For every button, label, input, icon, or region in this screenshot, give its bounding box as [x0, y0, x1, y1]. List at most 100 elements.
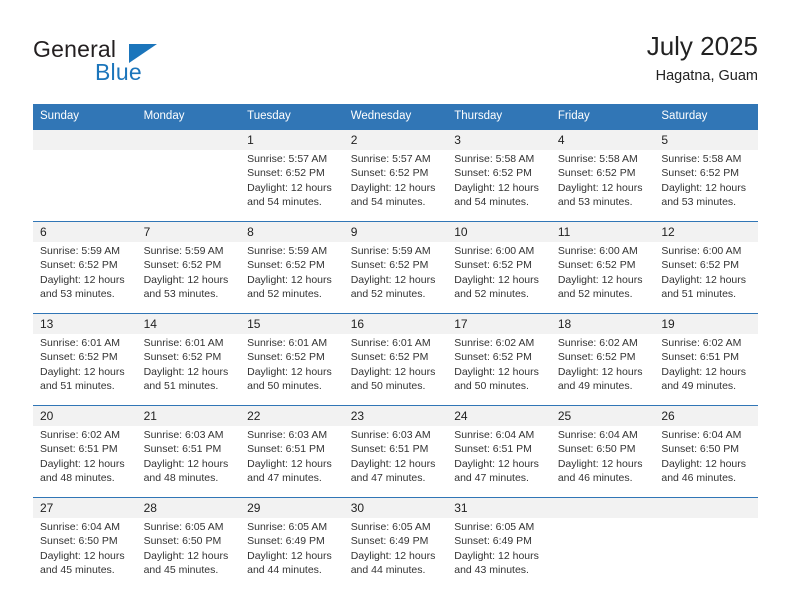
day-cell[interactable]: Sunrise: 6:02 AM Sunset: 6:51 PM Dayligh…: [654, 334, 758, 406]
day-cell[interactable]: Sunrise: 6:01 AM Sunset: 6:52 PM Dayligh…: [136, 334, 241, 406]
day-number[interactable]: 6: [33, 221, 137, 242]
sunrise-text: Sunrise: 6:04 AM: [661, 429, 742, 441]
day-number[interactable]: 19: [654, 313, 758, 334]
day-cell[interactable]: Sunrise: 5:58 AM Sunset: 6:52 PM Dayligh…: [447, 150, 551, 222]
day-cell[interactable]: Sunrise: 5:57 AM Sunset: 6:52 PM Dayligh…: [240, 150, 344, 222]
day-number[interactable]: 15: [240, 313, 344, 334]
daylight-text-line1: Daylight: 12 hours: [40, 549, 125, 562]
day-number[interactable]: 31: [447, 497, 551, 518]
sunset-text: Sunset: 6:52 PM: [247, 167, 325, 180]
day-number[interactable]: 30: [343, 497, 448, 518]
sunrise-text: Sunrise: 6:01 AM: [143, 337, 224, 349]
daylight-text-line2: and 47 minutes.: [247, 472, 322, 485]
day-number[interactable]: 1: [240, 129, 344, 150]
sunset-text: Sunset: 6:52 PM: [247, 351, 325, 364]
day-number[interactable]: 23: [343, 405, 448, 426]
day-number[interactable]: 18: [550, 313, 655, 334]
weekday-header-thursday: Thursday: [447, 104, 551, 130]
day-number[interactable]: 12: [654, 221, 758, 242]
day-cell[interactable]: Sunrise: 6:01 AM Sunset: 6:52 PM Dayligh…: [240, 334, 344, 406]
day-number[interactable]: 27: [33, 497, 137, 518]
sunset-text: Sunset: 6:52 PM: [661, 259, 740, 272]
sunrise-text: Sunrise: 6:00 AM: [454, 245, 535, 257]
day-cell[interactable]: Sunrise: 5:58 AM Sunset: 6:52 PM Dayligh…: [550, 150, 655, 222]
day-cell[interactable]: Sunrise: 5:58 AM Sunset: 6:52 PM Dayligh…: [654, 150, 758, 222]
day-cell[interactable]: Sunrise: 6:04 AM Sunset: 6:50 PM Dayligh…: [33, 518, 137, 589]
day-number[interactable]: 17: [447, 313, 551, 334]
day-number[interactable]: 10: [447, 221, 551, 242]
daylight-text-line1: Daylight: 12 hours: [143, 273, 229, 286]
daylight-text-line2: and 50 minutes.: [247, 380, 322, 393]
day-number[interactable]: 7: [136, 221, 241, 242]
day-cell[interactable]: Sunrise: 5:59 AM Sunset: 6:52 PM Dayligh…: [33, 242, 137, 314]
daylight-text-line2: and 51 minutes.: [40, 380, 115, 393]
sunset-text: Sunset: 6:50 PM: [40, 535, 118, 548]
day-number[interactable]: 16: [343, 313, 448, 334]
day-cell[interactable]: Sunrise: 6:03 AM Sunset: 6:51 PM Dayligh…: [240, 426, 344, 498]
weekday-header-monday: Monday: [136, 104, 241, 130]
day-number[interactable]: 2: [343, 129, 448, 150]
sunrise-text: Sunrise: 6:00 AM: [557, 245, 638, 257]
weekday-header-wednesday: Wednesday: [343, 104, 448, 130]
day-number[interactable]: 8: [240, 221, 344, 242]
daylight-text-line2: and 51 minutes.: [143, 380, 219, 393]
sunset-text: Sunset: 6:50 PM: [143, 535, 222, 548]
sunrise-text: Sunrise: 6:04 AM: [557, 429, 638, 441]
sunset-text: Sunset: 6:51 PM: [350, 443, 429, 456]
day-number[interactable]: 11: [550, 221, 655, 242]
day-cell[interactable]: Sunrise: 6:02 AM Sunset: 6:51 PM Dayligh…: [33, 426, 137, 498]
daylight-text-line2: and 47 minutes.: [350, 472, 426, 485]
day-cell[interactable]: Sunrise: 6:02 AM Sunset: 6:52 PM Dayligh…: [550, 334, 655, 406]
day-number[interactable]: 3: [447, 129, 551, 150]
day-number[interactable]: 28: [136, 497, 241, 518]
day-number[interactable]: 5: [654, 129, 758, 150]
day-cell[interactable]: Sunrise: 6:05 AM Sunset: 6:49 PM Dayligh…: [447, 518, 551, 589]
day-number: [33, 129, 137, 150]
sunrise-text: Sunrise: 6:02 AM: [661, 337, 742, 349]
day-cell[interactable]: Sunrise: 6:00 AM Sunset: 6:52 PM Dayligh…: [447, 242, 551, 314]
day-cell[interactable]: Sunrise: 6:04 AM Sunset: 6:50 PM Dayligh…: [654, 426, 758, 498]
day-number[interactable]: 29: [240, 497, 344, 518]
daylight-text-line2: and 43 minutes.: [454, 564, 529, 577]
daylight-text-line2: and 52 minutes.: [454, 288, 529, 301]
day-number[interactable]: 9: [343, 221, 448, 242]
day-cell[interactable]: Sunrise: 6:05 AM Sunset: 6:49 PM Dayligh…: [240, 518, 344, 589]
daylight-text-line1: Daylight: 12 hours: [350, 181, 436, 194]
day-number[interactable]: 13: [33, 313, 137, 334]
day-cell[interactable]: Sunrise: 5:59 AM Sunset: 6:52 PM Dayligh…: [343, 242, 448, 314]
daylight-text-line2: and 54 minutes.: [350, 196, 426, 209]
weekday-header-tuesday: Tuesday: [240, 104, 344, 130]
day-cell[interactable]: Sunrise: 6:05 AM Sunset: 6:49 PM Dayligh…: [343, 518, 448, 589]
daylight-text-line1: Daylight: 12 hours: [454, 365, 539, 378]
sunrise-text: Sunrise: 6:00 AM: [661, 245, 742, 257]
week-row-daynumbers: 1 2 3 4 5: [33, 129, 758, 150]
daylight-text-line1: Daylight: 12 hours: [454, 181, 539, 194]
day-cell[interactable]: Sunrise: 6:04 AM Sunset: 6:51 PM Dayligh…: [447, 426, 551, 498]
day-cell[interactable]: Sunrise: 6:00 AM Sunset: 6:52 PM Dayligh…: [654, 242, 758, 314]
day-cell[interactable]: Sunrise: 6:03 AM Sunset: 6:51 PM Dayligh…: [343, 426, 448, 498]
day-number[interactable]: 14: [136, 313, 241, 334]
sunset-text: Sunset: 6:51 PM: [40, 443, 118, 456]
day-cell[interactable]: Sunrise: 5:57 AM Sunset: 6:52 PM Dayligh…: [343, 150, 448, 222]
day-number[interactable]: 25: [550, 405, 655, 426]
brand-logo[interactable]: General Blue: [33, 36, 293, 92]
day-cell[interactable]: Sunrise: 6:03 AM Sunset: 6:51 PM Dayligh…: [136, 426, 241, 498]
day-number[interactable]: 24: [447, 405, 551, 426]
weekday-header-saturday: Saturday: [654, 104, 758, 130]
day-number[interactable]: 26: [654, 405, 758, 426]
day-cell[interactable]: Sunrise: 6:01 AM Sunset: 6:52 PM Dayligh…: [343, 334, 448, 406]
day-cell[interactable]: Sunrise: 5:59 AM Sunset: 6:52 PM Dayligh…: [240, 242, 344, 314]
sunrise-text: Sunrise: 5:59 AM: [143, 245, 224, 257]
day-cell[interactable]: Sunrise: 6:00 AM Sunset: 6:52 PM Dayligh…: [550, 242, 655, 314]
sunset-text: Sunset: 6:49 PM: [247, 535, 325, 548]
day-cell[interactable]: Sunrise: 6:05 AM Sunset: 6:50 PM Dayligh…: [136, 518, 241, 589]
day-cell[interactable]: Sunrise: 6:02 AM Sunset: 6:52 PM Dayligh…: [447, 334, 551, 406]
day-number[interactable]: 4: [550, 129, 655, 150]
day-cell[interactable]: Sunrise: 6:04 AM Sunset: 6:50 PM Dayligh…: [550, 426, 655, 498]
day-number[interactable]: 21: [136, 405, 241, 426]
day-cell[interactable]: Sunrise: 6:01 AM Sunset: 6:52 PM Dayligh…: [33, 334, 137, 406]
day-cell[interactable]: Sunrise: 5:59 AM Sunset: 6:52 PM Dayligh…: [136, 242, 241, 314]
day-number[interactable]: 20: [33, 405, 137, 426]
day-number[interactable]: 22: [240, 405, 344, 426]
daylight-text-line2: and 54 minutes.: [247, 196, 322, 209]
